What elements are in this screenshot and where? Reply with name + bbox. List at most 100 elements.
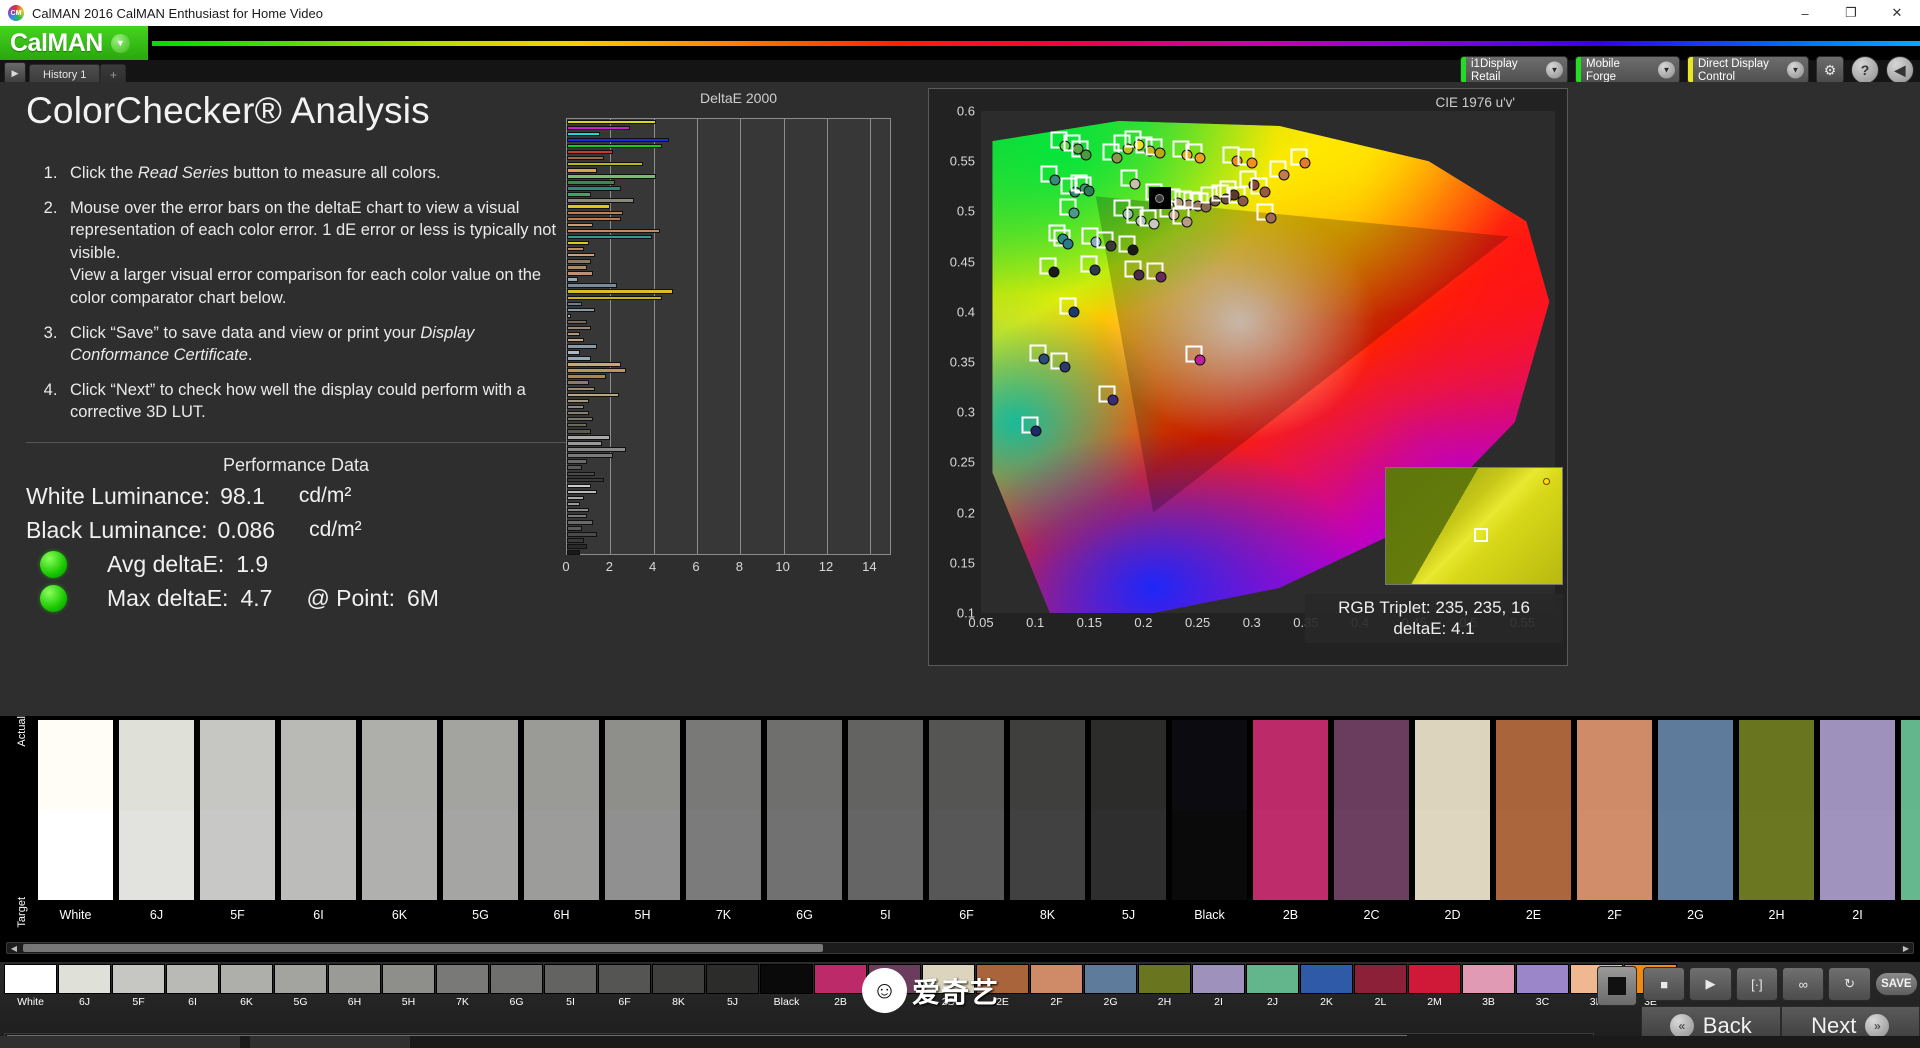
comparator-patch[interactable]: 6K <box>362 720 437 922</box>
comparator-patch[interactable]: 2H <box>1739 720 1814 922</box>
deltae-bar[interactable] <box>567 186 622 191</box>
comparator-patch-swatch[interactable] <box>767 720 842 900</box>
mini-swatch[interactable]: 2G <box>1084 964 1137 1008</box>
cie-measured-point[interactable] <box>1089 264 1101 276</box>
deltae-bar[interactable] <box>567 410 589 416</box>
mini-swatch-color[interactable] <box>1408 964 1461 994</box>
cie-measured-point[interactable] <box>1107 394 1119 406</box>
gear-icon[interactable]: ⚙ <box>1816 56 1844 84</box>
cie-measured-point[interactable] <box>1129 178 1141 190</box>
mini-swatch[interactable]: 7K <box>436 964 489 1008</box>
deltae-bar[interactable] <box>567 477 604 483</box>
cie-selected-point[interactable] <box>1148 187 1171 210</box>
cie-measured-point[interactable] <box>1148 218 1160 230</box>
mini-swatch[interactable]: White <box>4 964 57 1008</box>
deltae-bar[interactable] <box>567 222 593 228</box>
deltae-bar[interactable] <box>567 374 606 379</box>
mini-swatch[interactable]: 6G <box>490 964 543 1008</box>
mini-swatch-color[interactable] <box>1138 964 1191 994</box>
mini-swatch[interactable]: 2H <box>1138 964 1191 1008</box>
mini-swatch[interactable]: 2L <box>1354 964 1407 1008</box>
cie-measured-point[interactable] <box>1154 147 1166 159</box>
comparator-patch-swatch[interactable] <box>281 720 356 900</box>
deltae-bar[interactable] <box>567 550 580 555</box>
mini-swatch-color[interactable] <box>652 964 705 994</box>
deltae-bar[interactable] <box>567 514 587 519</box>
deltae-bar[interactable] <box>567 526 583 531</box>
mini-swatch-color[interactable] <box>166 964 219 994</box>
save-button[interactable]: SAVE <box>1874 972 1918 996</box>
mini-swatch-color[interactable] <box>1516 964 1569 994</box>
deltae-bar[interactable] <box>567 447 626 452</box>
scroll-right-icon[interactable]: ▶ <box>1899 944 1913 953</box>
deltae-bar[interactable] <box>567 253 596 258</box>
deltae-bar[interactable] <box>567 507 589 513</box>
comparator-patch[interactable]: 6I <box>281 720 356 922</box>
deltae-bar[interactable] <box>567 435 611 440</box>
deltae-bar[interactable] <box>567 350 580 355</box>
calman-brand-menu[interactable]: CalMAN ▼ <box>0 26 148 60</box>
deltae-bar[interactable] <box>567 204 611 209</box>
cie-measured-point[interactable] <box>1278 169 1290 181</box>
deltae-bar[interactable] <box>567 544 587 549</box>
cie-measured-point[interactable] <box>1062 238 1074 250</box>
deltae-bar[interactable] <box>567 277 578 282</box>
chevron-down-icon[interactable]: ▼ <box>1546 61 1563 79</box>
comparator-patch-swatch[interactable] <box>848 720 923 900</box>
deltae-bar[interactable] <box>567 392 619 398</box>
comparator-patch[interactable]: 5I <box>848 720 923 922</box>
display-control-selector[interactable]: Direct Display Control ▼ <box>1687 56 1809 84</box>
collapse-left-icon[interactable]: ◀ <box>1886 56 1914 84</box>
mini-swatch-color[interactable] <box>1246 964 1299 994</box>
comparator-patch-swatch[interactable] <box>686 720 761 900</box>
comparator-patch-swatch[interactable] <box>929 720 1004 900</box>
cie-measured-point[interactable] <box>1181 216 1193 228</box>
stop-button[interactable]: ■ <box>1643 967 1686 1001</box>
deltae-bar[interactable] <box>567 174 656 179</box>
mini-swatch-color[interactable] <box>490 964 543 994</box>
deltae-bar[interactable] <box>567 380 589 385</box>
deltae-bar[interactable] <box>567 210 624 215</box>
mini-swatch-color[interactable] <box>1354 964 1407 994</box>
cie-measured-point[interactable] <box>1133 269 1145 281</box>
comparator-patch-swatch[interactable] <box>1010 720 1085 900</box>
deltae-bar[interactable] <box>567 259 591 264</box>
mini-swatch-color[interactable] <box>274 964 327 994</box>
play-button[interactable]: ▶ <box>1689 967 1732 1001</box>
comparator-patch[interactable]: 2J <box>1901 720 1920 922</box>
deltae-bar[interactable] <box>567 501 580 507</box>
mini-swatch[interactable]: 8K <box>652 964 705 1008</box>
mini-swatch-color[interactable] <box>1462 964 1515 994</box>
mini-swatch[interactable]: 2F <box>1030 964 1083 1008</box>
deltae-bar[interactable] <box>567 459 587 464</box>
mini-swatch-color[interactable] <box>112 964 165 994</box>
comparator-patch[interactable]: 2I <box>1820 720 1895 922</box>
deltae-bar[interactable] <box>567 404 585 410</box>
deltae-bar[interactable] <box>567 313 572 319</box>
mini-swatch-color[interactable] <box>1192 964 1245 994</box>
cie-measured-point[interactable] <box>1155 271 1167 283</box>
chevron-down-icon[interactable]: ▼ <box>1787 61 1804 79</box>
mini-swatch[interactable]: 2K <box>1300 964 1353 1008</box>
mini-swatch[interactable]: 5I <box>544 964 597 1008</box>
deltae-bar[interactable] <box>567 429 591 434</box>
source-selector[interactable]: Mobile Forge ▼ <box>1575 56 1680 84</box>
deltae-plot-area[interactable] <box>566 118 891 555</box>
comparator-patch[interactable]: 5H <box>605 720 680 922</box>
comparator-patch[interactable]: 2C <box>1334 720 1409 922</box>
mini-swatch[interactable]: 5J <box>706 964 759 1008</box>
deltae-bar[interactable] <box>567 119 656 124</box>
deltae-bar[interactable] <box>567 538 585 543</box>
mini-swatch[interactable]: 6F <box>598 964 651 1008</box>
mini-swatch[interactable]: 2J <box>1246 964 1299 1008</box>
deltae-bar[interactable] <box>567 289 674 294</box>
cie-measured-point[interactable] <box>1194 354 1206 366</box>
cie-measured-point[interactable] <box>1105 240 1117 252</box>
deltae-bar[interactable] <box>567 246 585 252</box>
comparator-patch-swatch[interactable] <box>1496 720 1571 900</box>
deltae-bar[interactable] <box>567 453 613 458</box>
comparator-patch-swatch[interactable] <box>1739 720 1814 900</box>
deltae-bar[interactable] <box>567 368 626 373</box>
cie-measured-point[interactable] <box>1030 425 1042 437</box>
deltae-bar[interactable] <box>567 295 663 300</box>
